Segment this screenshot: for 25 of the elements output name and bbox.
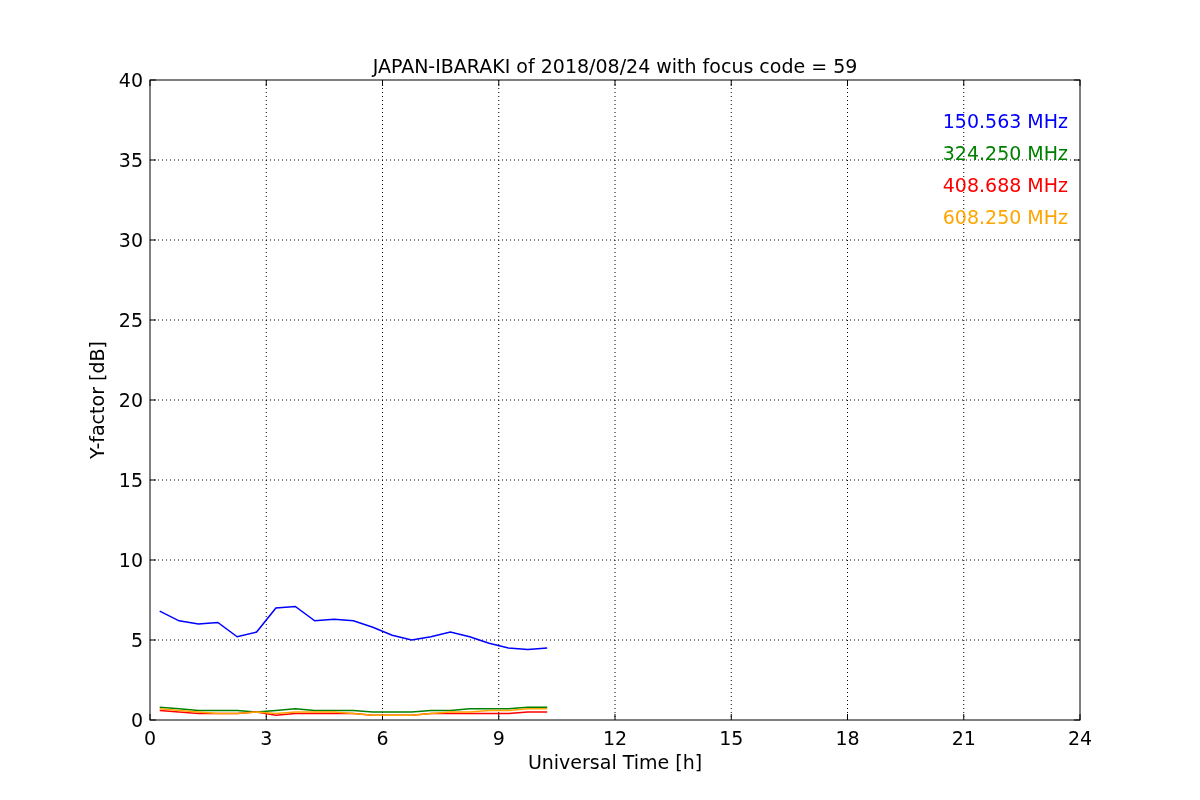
y-tick-label: 25 [118,309,143,331]
chart-title: JAPAN-IBARAKI of 2018/08/24 with focus code = 59 [372,55,858,77]
legend-label: 408.688 MHz [942,174,1068,196]
x-tick-label: 18 [835,727,860,749]
x-tick-label: 24 [1067,727,1093,749]
y-tick-label: 35 [118,149,143,171]
legend-label: 324.250 MHz [942,142,1068,164]
legend-label: 150.563 MHz [942,110,1068,132]
y-tick-label: 10 [118,549,143,571]
x-axis-label: Universal Time [h] [527,751,703,773]
y-tick-label: 15 [118,469,143,491]
x-tick-label: 15 [719,727,744,749]
y-tick-label: 20 [118,389,143,411]
legend-label: 608.250 MHz [942,206,1068,228]
x-tick-label: 0 [143,727,157,749]
y-tick-label: 40 [118,69,143,91]
y-tick-label: 5 [130,629,143,651]
y-tick-label: 30 [118,229,143,251]
x-tick-label: 21 [951,727,976,749]
x-tick-label: 3 [260,727,273,749]
x-tick-label: 12 [602,727,628,749]
y-axis-label: Y-factor [dB] [86,341,108,459]
x-tick-label: 6 [376,727,389,749]
x-tick-label: 9 [492,727,505,749]
y-tick-label: 0 [130,709,143,731]
